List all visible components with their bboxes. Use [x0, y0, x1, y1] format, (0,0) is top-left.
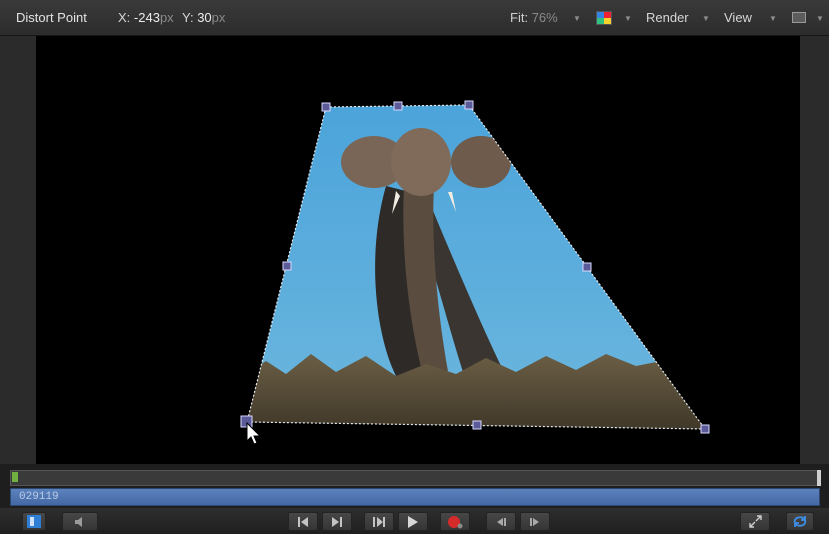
handle-right-middle[interactable] — [582, 262, 592, 272]
time-ruler[interactable]: 029119 — [10, 488, 820, 506]
fullscreen-button[interactable] — [740, 512, 770, 531]
step-back-icon — [332, 516, 342, 527]
viewer-toolbar: Distort Point X: -243px Y: 30px Fit: 76%… — [0, 0, 829, 36]
handle-top-right[interactable] — [464, 100, 474, 110]
mute-button[interactable] — [62, 512, 98, 531]
layout-toggle-icon — [27, 515, 41, 528]
tool-name: Distort Point — [16, 10, 87, 25]
audio-scrub-back-button[interactable] — [486, 512, 516, 531]
transport-bar — [0, 508, 829, 534]
timecode: 029119 — [19, 491, 59, 503]
step-back-button[interactable] — [322, 512, 352, 531]
y-unit: px — [211, 10, 226, 25]
handle-top-middle[interactable] — [393, 101, 403, 111]
y-coordinate: Y: 30px — [182, 10, 225, 25]
play-button[interactable] — [398, 512, 428, 531]
elephant-ear-right — [451, 136, 511, 188]
mouse-cursor-icon — [246, 421, 262, 445]
y-value: 30 — [197, 10, 212, 25]
chevron-down-icon[interactable]: ▼ — [769, 14, 777, 23]
step-forward-button[interactable] — [364, 512, 394, 531]
play-range-start-icon[interactable] — [12, 472, 18, 482]
distorted-image[interactable] — [236, 96, 716, 436]
audio-scrub-forward-icon — [530, 517, 539, 526]
play-range-end-icon[interactable] — [817, 470, 821, 486]
audio-scrub-forward-button[interactable] — [520, 512, 550, 531]
go-to-start-icon — [298, 516, 308, 527]
loop-button[interactable] — [786, 512, 814, 531]
chevron-down-icon[interactable]: ▼ — [702, 14, 710, 23]
handle-top-left[interactable] — [321, 102, 331, 112]
loop-icon — [793, 516, 807, 527]
y-label: Y: — [182, 10, 194, 25]
play-icon — [408, 515, 418, 528]
record-button[interactable] — [440, 512, 470, 531]
mini-timeline[interactable] — [10, 470, 820, 486]
x-value: -243 — [133, 10, 160, 25]
go-to-start-button[interactable] — [288, 512, 318, 531]
layout-toggle-button[interactable] — [22, 512, 46, 531]
mute-icon — [75, 516, 82, 527]
handle-left-middle[interactable] — [282, 261, 292, 271]
fullscreen-icon — [748, 515, 762, 528]
chevron-down-icon[interactable]: ▼ — [624, 14, 632, 23]
fit-zoom-menu[interactable]: Fit: 76% — [510, 10, 558, 25]
x-label: X: — [118, 10, 131, 25]
viewer-canvas[interactable] — [36, 36, 800, 464]
render-menu[interactable]: Render — [646, 10, 689, 25]
audio-scrub-back-icon — [497, 517, 506, 526]
viewer-margin-right — [800, 36, 829, 464]
view-menu[interactable]: View — [724, 10, 752, 25]
viewer-margin-left — [0, 36, 36, 464]
fit-label: Fit: — [510, 10, 529, 25]
x-coordinate: X: -243px — [118, 10, 174, 25]
chevron-down-icon[interactable]: ▼ — [816, 14, 824, 23]
x-unit: px — [159, 10, 174, 25]
canvas-svg — [236, 96, 716, 445]
step-forward-icon — [373, 516, 385, 527]
handle-bottom-middle[interactable] — [472, 420, 482, 430]
chevron-down-icon[interactable]: ▼ — [573, 14, 581, 23]
layout-icon[interactable] — [792, 12, 806, 23]
handle-bottom-right[interactable] — [700, 424, 710, 434]
color-channels-icon[interactable] — [596, 11, 612, 25]
record-icon — [448, 515, 463, 528]
elephant-head — [391, 128, 451, 196]
fit-value: 76% — [531, 10, 558, 25]
